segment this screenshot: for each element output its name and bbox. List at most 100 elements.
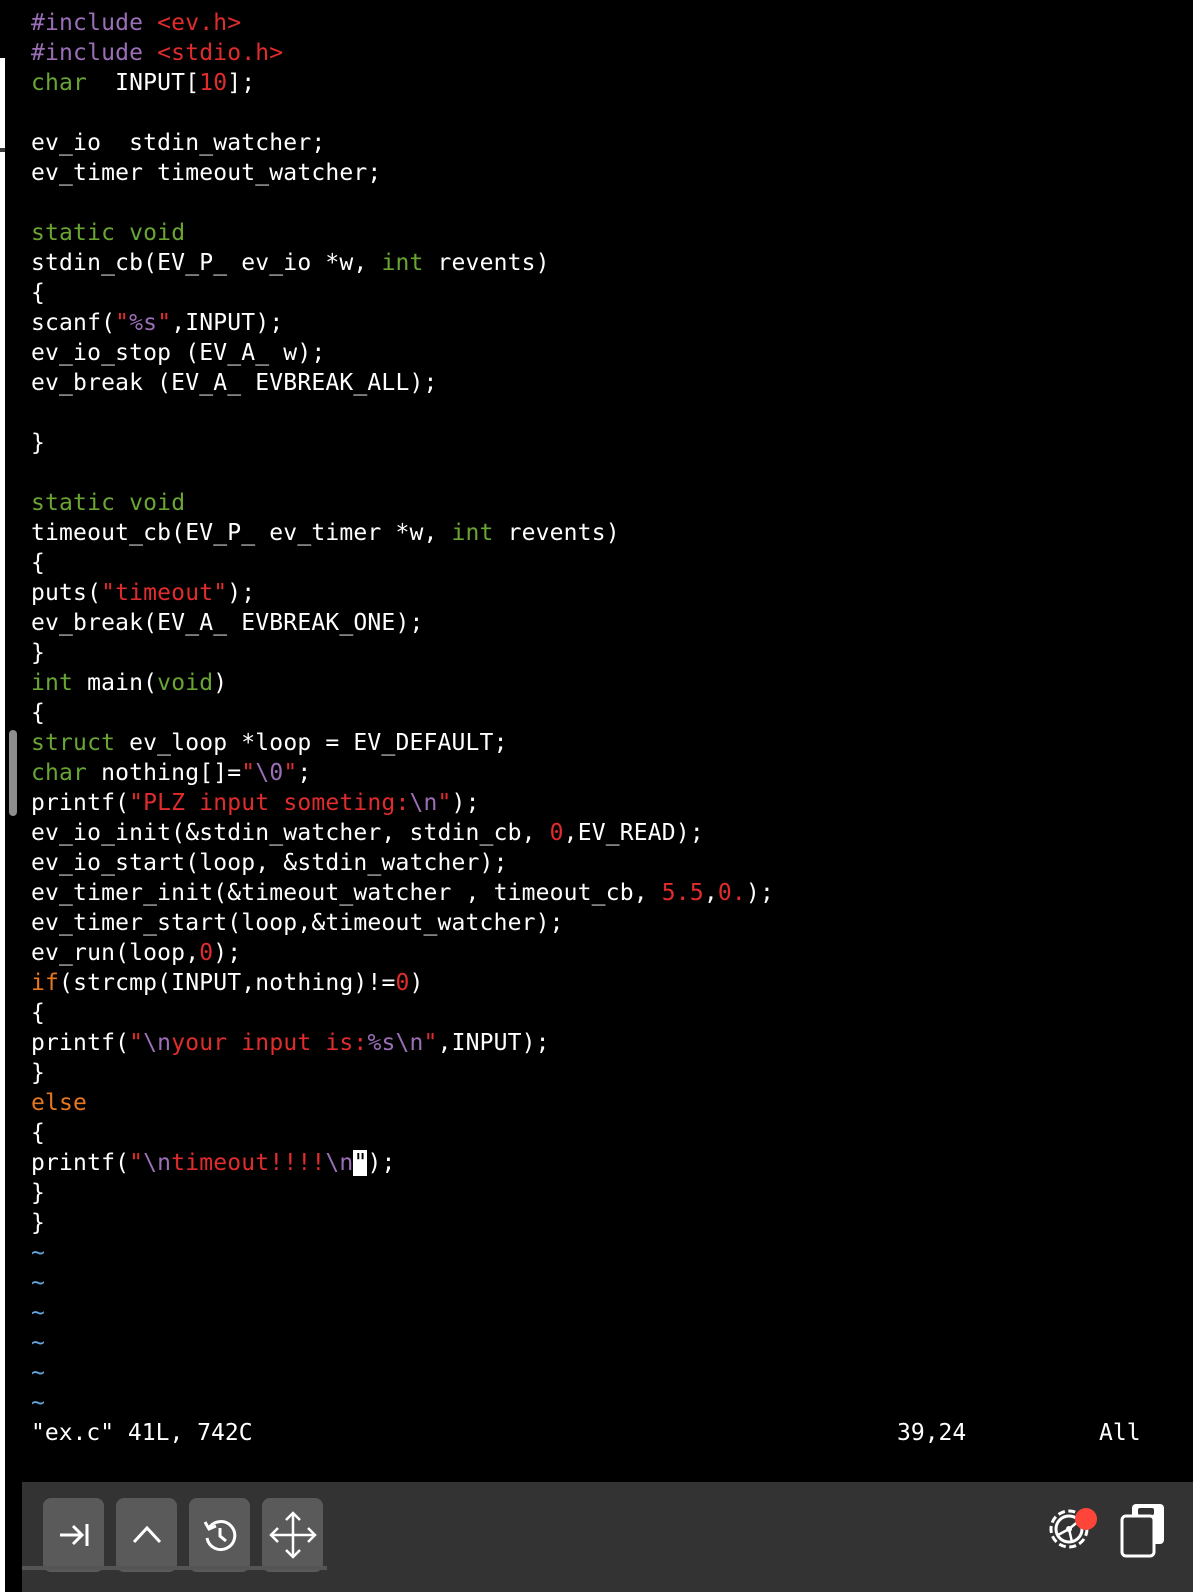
code-token: printf( bbox=[31, 790, 130, 816]
code-line: ~ bbox=[31, 1328, 774, 1358]
notification-badge bbox=[1075, 1508, 1097, 1530]
control-key-button[interactable] bbox=[116, 1498, 177, 1572]
code-token: #include bbox=[31, 40, 158, 66]
code-token: 0. bbox=[717, 880, 746, 906]
code-line: int main(void) bbox=[31, 668, 774, 698]
code-line: printf("\nyour input is:%s\n",INPUT); bbox=[31, 1028, 774, 1058]
code-line: stdin_cb(EV_P_ ev_io *w, int revents) bbox=[31, 248, 774, 278]
code-token: ev_loop *loop = EV_DEFAULT; bbox=[115, 730, 508, 756]
code-line: } bbox=[31, 638, 774, 668]
clipboard-button[interactable] bbox=[1118, 1502, 1170, 1560]
code-line: ev_timer_init(&timeout_watcher , timeout… bbox=[31, 878, 774, 908]
code-line: { bbox=[31, 548, 774, 578]
code-token: (strcmp(INPUT,nothing)!= bbox=[59, 970, 396, 996]
code-token: \0 bbox=[255, 760, 284, 786]
code-line: if(strcmp(INPUT,nothing)!=0) bbox=[31, 968, 774, 998]
code-token: stdin_cb(EV_P_ ev_io *w, bbox=[31, 250, 382, 276]
code-token: ) bbox=[409, 970, 424, 996]
status-cursor-position: 39,24 bbox=[897, 1420, 967, 1446]
toolbar-divider bbox=[22, 1566, 327, 1570]
code-token: ev_timer_init(&timeout_watcher , timeout… bbox=[31, 880, 662, 906]
code-token: revents) bbox=[423, 250, 550, 276]
code-token: static bbox=[31, 490, 116, 516]
code-line: ev_io_start(loop, &stdin_watcher); bbox=[31, 848, 774, 878]
code-line: ev_io_init(&stdin_watcher, stdin_cb, 0,E… bbox=[31, 818, 774, 848]
code-token: " bbox=[129, 1030, 144, 1056]
code-line: char nothing[]="\0"; bbox=[31, 758, 774, 788]
code-token: struct bbox=[31, 730, 116, 756]
code-line: static void bbox=[31, 488, 774, 518]
code-token: %s bbox=[129, 310, 158, 336]
code-line: ~ bbox=[31, 1298, 774, 1328]
code-token: { bbox=[31, 700, 46, 726]
code-token: int bbox=[31, 670, 74, 696]
code-token: if bbox=[31, 970, 60, 996]
code-token: ); bbox=[227, 580, 256, 606]
code-token: ~ bbox=[31, 1300, 46, 1326]
code-token: ev_timer timeout_watcher; bbox=[31, 160, 382, 186]
code-token: <ev.h> bbox=[157, 10, 242, 36]
code-token: } bbox=[31, 1060, 46, 1086]
code-token: void bbox=[129, 490, 186, 516]
code-token: ); bbox=[213, 940, 242, 966]
code-token: scanf( bbox=[31, 310, 116, 336]
code-token: static bbox=[31, 220, 116, 246]
code-line: ev_break(EV_A_ EVBREAK_ONE); bbox=[31, 608, 774, 638]
clipboard-icon bbox=[1118, 1504, 1170, 1564]
code-token: ev_io_start(loop, &stdin_watcher); bbox=[31, 850, 508, 876]
control-caret-icon bbox=[129, 1517, 165, 1553]
history-button[interactable] bbox=[189, 1498, 250, 1572]
code-line: ev_io stdin_watcher; bbox=[31, 128, 774, 158]
code-token: ]; bbox=[227, 70, 256, 96]
status-scroll-indicator: All bbox=[1099, 1420, 1141, 1446]
vim-editor-buffer[interactable]: #include <ev.h> #include <stdio.h> char IN… bbox=[31, 8, 774, 1418]
text-cursor: " bbox=[353, 1150, 368, 1176]
code-line: ev_timer timeout_watcher; bbox=[31, 158, 774, 188]
code-token: ev_io_init(&stdin_watcher, stdin_cb, bbox=[31, 820, 550, 846]
code-token: \n bbox=[409, 790, 438, 816]
code-line: ev_timer_start(loop,&timeout_watcher); bbox=[31, 908, 774, 938]
code-line: else bbox=[31, 1088, 774, 1118]
code-line: ev_run(loop,0); bbox=[31, 938, 774, 968]
code-token: else bbox=[31, 1090, 88, 1116]
code-token: ~ bbox=[31, 1390, 46, 1416]
code-token: \n bbox=[143, 1150, 172, 1176]
code-line: } bbox=[31, 1058, 774, 1088]
window-left-edge-top bbox=[0, 0, 5, 58]
code-token: your input is: bbox=[171, 1030, 368, 1056]
scrollbar-thumb[interactable] bbox=[9, 730, 17, 816]
code-token: } bbox=[31, 1180, 46, 1206]
code-token: 0 bbox=[549, 820, 564, 846]
code-token: \n bbox=[143, 1030, 172, 1056]
code-line: scanf("%s",INPUT); bbox=[31, 308, 774, 338]
window-left-edge-mark bbox=[0, 148, 5, 152]
code-line: ~ bbox=[31, 1388, 774, 1418]
code-token: " bbox=[241, 760, 256, 786]
code-token: int bbox=[381, 250, 424, 276]
code-token: { bbox=[31, 1120, 46, 1146]
code-token: ~ bbox=[31, 1330, 46, 1356]
code-token: ); bbox=[367, 1150, 396, 1176]
move-cursor-button[interactable] bbox=[262, 1498, 323, 1572]
tab-key-button[interactable] bbox=[43, 1498, 104, 1572]
code-token: ,EV_READ); bbox=[563, 820, 704, 846]
code-token: 0 bbox=[199, 940, 214, 966]
code-token: char bbox=[31, 760, 88, 786]
code-token: "timeout" bbox=[101, 580, 228, 606]
code-line: #include <stdio.h> bbox=[31, 38, 774, 68]
code-line: { bbox=[31, 698, 774, 728]
code-token: ev_break (EV_A_ EVBREAK_ALL); bbox=[31, 370, 438, 396]
code-token: " bbox=[115, 310, 130, 336]
code-token: " bbox=[129, 1150, 144, 1176]
code-line: ev_break (EV_A_ EVBREAK_ALL); bbox=[31, 368, 774, 398]
code-token: void bbox=[129, 220, 186, 246]
code-token: INPUT[ bbox=[87, 70, 200, 96]
code-token: { bbox=[31, 1000, 46, 1026]
code-token: ev_break(EV_A_ EVBREAK_ONE); bbox=[31, 610, 424, 636]
code-token: ,INPUT); bbox=[437, 1030, 550, 1056]
code-token: 0 bbox=[395, 970, 410, 996]
